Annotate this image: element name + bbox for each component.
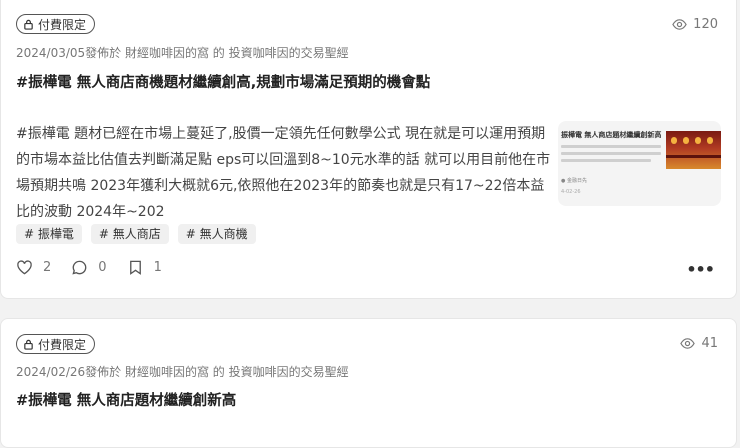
badge-label: 付費限定 — [38, 17, 87, 32]
thumbnail-text-line — [561, 159, 651, 162]
like-button[interactable]: 2 — [16, 259, 51, 276]
comment-icon — [72, 260, 87, 275]
thumbnail-text-line — [561, 152, 661, 155]
eye-icon — [672, 19, 687, 30]
post-title[interactable]: #振樺電 無人商店商機題材繼續創高,規劃市場滿足預期的機會點 — [16, 71, 430, 92]
bookmark-icon — [129, 260, 141, 275]
like-count: 2 — [43, 260, 52, 275]
eye-icon — [680, 338, 696, 349]
post-meta: 2024/02/26發佈於 財經咖啡因的窩 的 投資咖啡因的交易聖經 — [16, 365, 349, 379]
post-card[interactable]: 付費限定 41 2024/02/26發佈於 財經咖啡因的窩 的 投資咖啡因的交易… — [0, 318, 737, 448]
paid-badge: 付費限定 — [16, 14, 96, 34]
bookmark-count: 1 — [153, 260, 162, 275]
paid-badge: 付費限定 — [16, 334, 96, 354]
comment-button[interactable]: 0 — [71, 259, 107, 276]
bookmark-button[interactable]: 1 — [127, 259, 162, 276]
post-actions: 2 0 1 — [16, 259, 182, 276]
tag-chip[interactable]: # 無人商機 — [177, 224, 256, 244]
thumbnail-title: 振樺電 無人商店題材繼續創新高 — [561, 131, 662, 139]
thumbnail-text-line — [561, 145, 661, 148]
post-meta: 2024/03/05發佈於 財經咖啡因的窩 的 投資咖啡因的交易聖經 — [16, 46, 349, 60]
view-count-value: 120 — [693, 17, 718, 32]
view-count: 41 — [680, 336, 718, 351]
thumbnail-image — [666, 131, 721, 169]
comment-count: 0 — [98, 260, 107, 275]
badge-label: 付費限定 — [38, 337, 87, 352]
lock-icon — [24, 19, 33, 30]
tag-chip[interactable]: # 無人商店 — [90, 224, 169, 244]
post-excerpt[interactable]: #振樺電 題材已經在市場上蔓延了,股價一定領先任何數學公式 現在就是可以運用預期… — [16, 121, 556, 225]
view-count-value: 41 — [701, 336, 718, 351]
heart-icon — [17, 260, 32, 275]
lock-icon — [24, 339, 33, 350]
post-card[interactable]: 付費限定 120 2024/03/05發佈於 財經咖啡因的窩 的 投資咖啡因的交… — [0, 0, 737, 299]
more-icon[interactable]: ••• — [686, 260, 715, 279]
view-count: 120 — [672, 17, 718, 32]
tag-chip[interactable]: # 振樺電 — [16, 224, 82, 244]
thumbnail-date: 4-02-26 — [561, 189, 581, 195]
post-thumbnail[interactable]: 振樺電 無人商店題材繼續創新高 ● 金融日先 4-02-26 — [558, 121, 721, 206]
thumbnail-author: ● 金融日先 — [561, 178, 587, 184]
tag-list: # 振樺電 # 無人商店 # 無人商機 — [16, 224, 256, 244]
post-title[interactable]: #振樺電 無人商店題材繼續創新高 — [16, 389, 236, 410]
